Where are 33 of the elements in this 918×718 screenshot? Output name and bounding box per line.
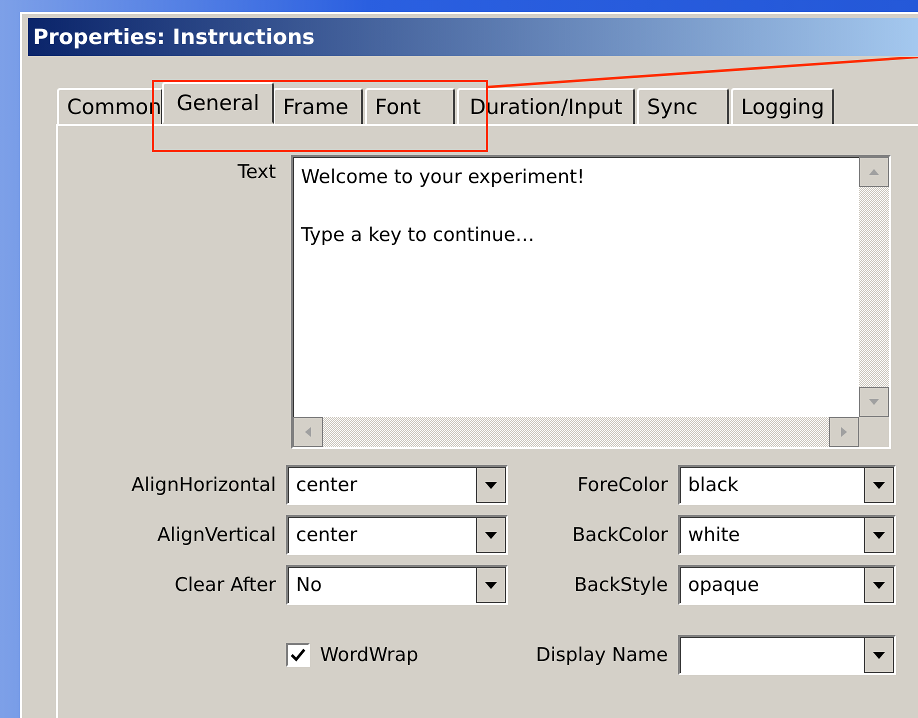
dropdown[interactable]: No bbox=[286, 565, 508, 605]
scroll-up-icon[interactable] bbox=[859, 157, 889, 187]
scrollbar-corner bbox=[859, 417, 889, 447]
checkbox-label: WordWrap bbox=[320, 644, 418, 666]
field-label: AlignVertical bbox=[156, 524, 276, 546]
dropdown[interactable]: center bbox=[286, 515, 508, 555]
vertical-scrollbar[interactable] bbox=[859, 157, 889, 417]
dropdown[interactable]: center bbox=[286, 465, 508, 505]
dropdown[interactable] bbox=[678, 635, 896, 675]
tab[interactable]: General bbox=[162, 82, 274, 124]
tab[interactable]: Frame bbox=[273, 88, 363, 124]
field-label: AlignHorizontal bbox=[130, 474, 276, 496]
field-label: Display Name bbox=[534, 644, 668, 666]
checkbox[interactable] bbox=[286, 643, 310, 667]
dropdown[interactable]: white bbox=[678, 515, 896, 555]
text-area[interactable]: Welcome to your experiment! Type a key to continue… bbox=[291, 155, 891, 449]
scroll-left-icon[interactable] bbox=[293, 417, 323, 447]
text-content: Welcome to your experiment! Type a key to continue… bbox=[300, 165, 586, 248]
field-label: Text bbox=[236, 160, 276, 183]
dropdown[interactable]: black bbox=[678, 465, 896, 505]
field-label: BackStyle bbox=[573, 574, 668, 596]
dropdown[interactable]: opaque bbox=[678, 565, 896, 605]
horizontal-scrollbar[interactable] bbox=[293, 417, 859, 447]
field-label: Clear After bbox=[174, 574, 276, 596]
field-label: BackColor bbox=[571, 524, 668, 546]
tab[interactable]: Sync bbox=[637, 88, 729, 124]
checkmark-icon bbox=[289, 646, 307, 664]
field-label: ForeColor bbox=[576, 474, 668, 496]
tab[interactable]: Logging bbox=[731, 88, 834, 124]
window-title: Properties: Instructions bbox=[33, 25, 315, 49]
tab[interactable]: Font bbox=[365, 88, 455, 124]
scroll-down-icon[interactable] bbox=[859, 387, 889, 417]
scroll-right-icon[interactable] bbox=[829, 417, 859, 447]
